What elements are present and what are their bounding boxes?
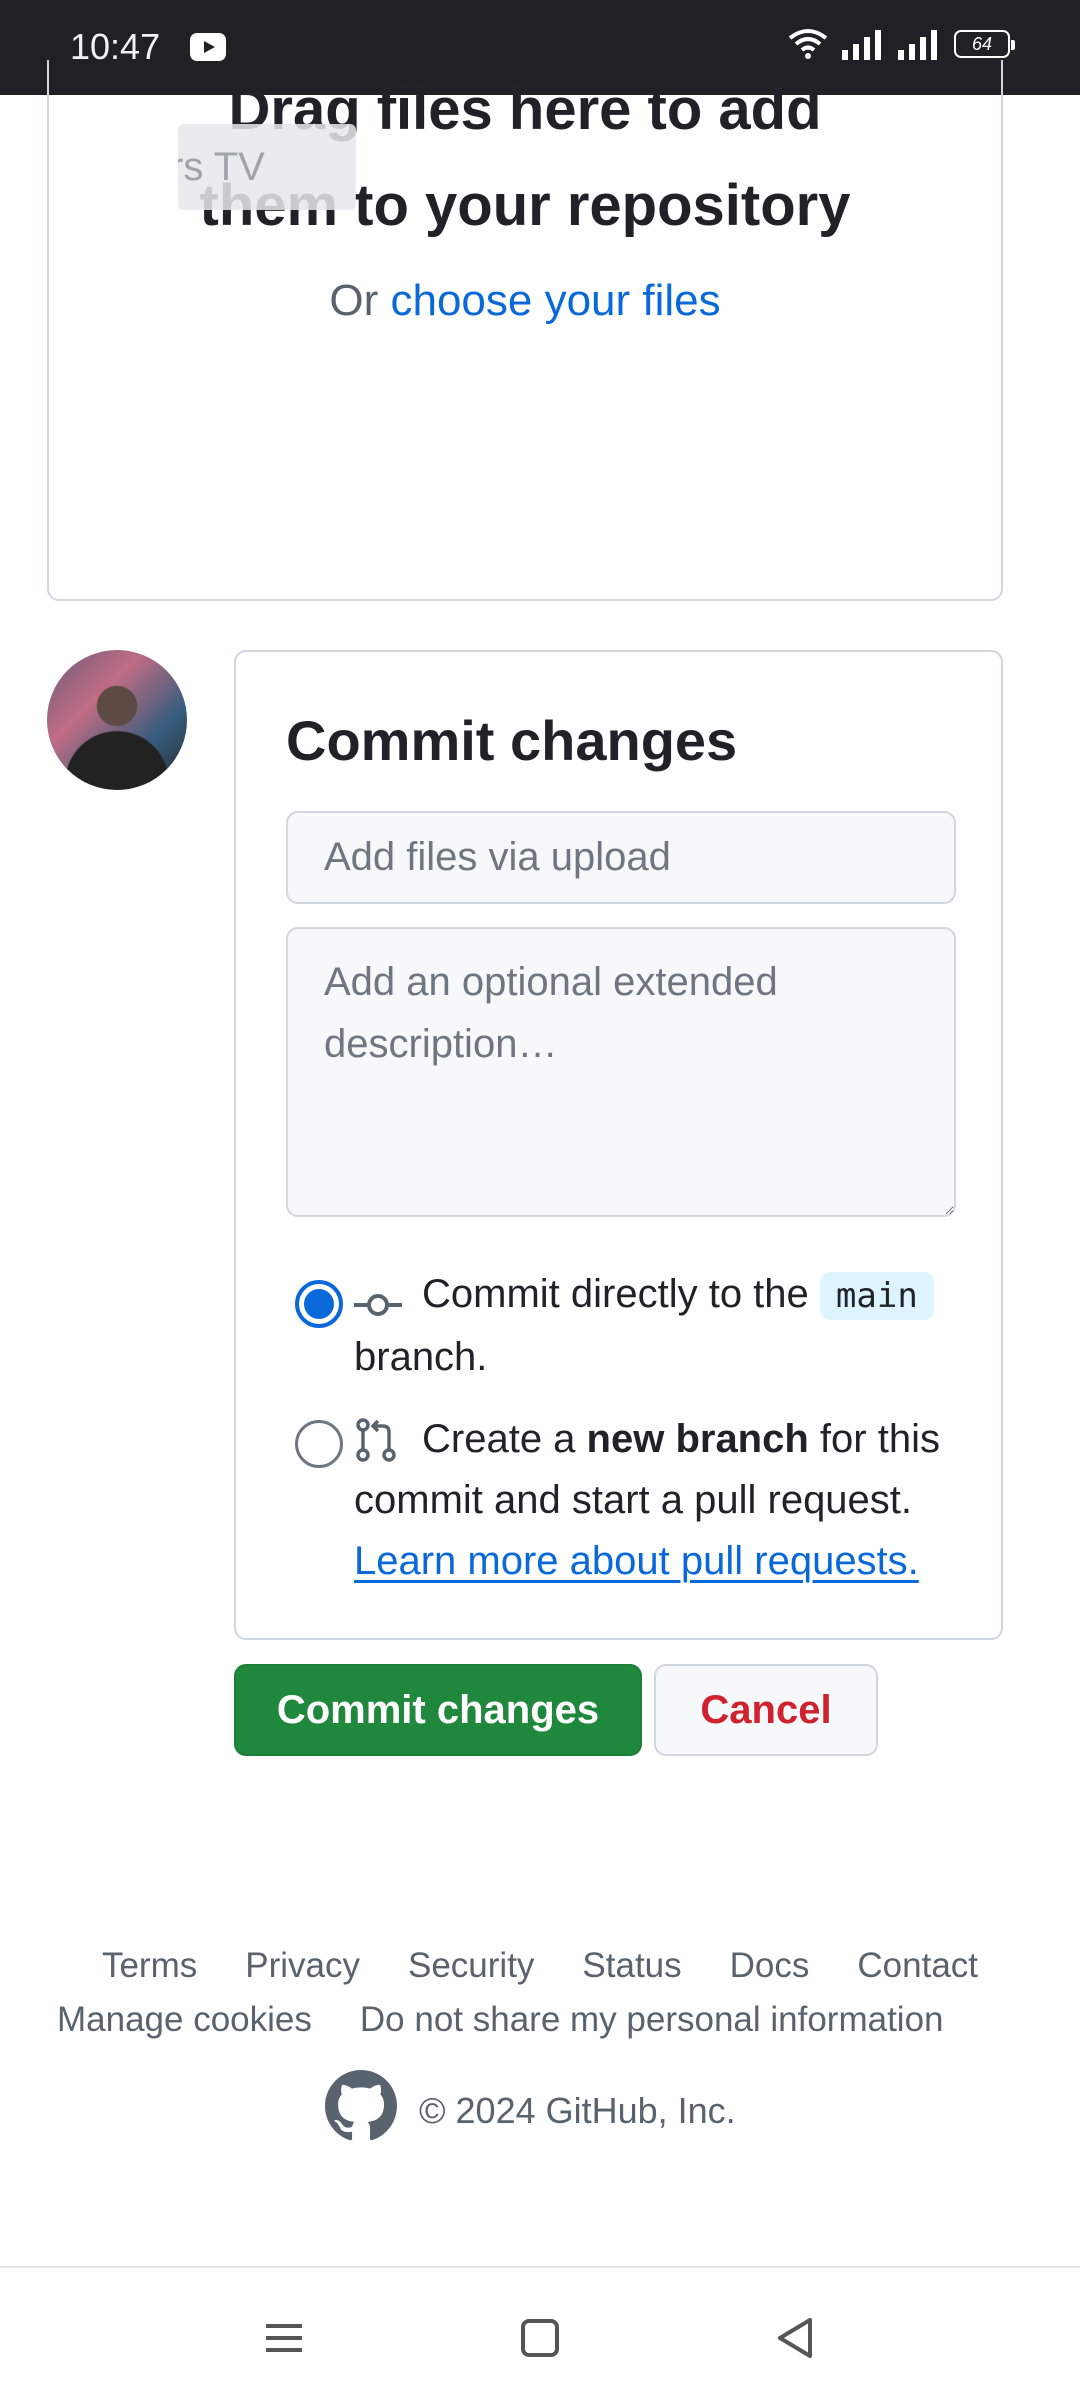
footer-link-manage-cookies[interactable]: Manage cookies xyxy=(57,2000,312,2040)
dropzone-heading-line1: Drag files here to add xyxy=(228,77,822,142)
footer-link-status[interactable]: Status xyxy=(582,1946,681,1986)
signal-icon xyxy=(898,28,940,60)
footer-link-security[interactable]: Security xyxy=(408,1946,534,1986)
option-direct-text: Commit directly to the main branch. xyxy=(354,1264,954,1388)
cast-toast: rs TV xyxy=(178,124,356,210)
signal-icon xyxy=(842,28,884,60)
option-new-branch-bold: new branch xyxy=(586,1417,809,1461)
commit-changes-panel: Commit changes Commit directly to the ma… xyxy=(234,650,1003,1640)
commit-description-textarea[interactable] xyxy=(286,927,956,1217)
radio-new-branch[interactable] xyxy=(295,1420,343,1468)
copyright-text: © 2024 GitHub, Inc. xyxy=(419,2089,736,2131)
option-new-branch-prefix: Create a xyxy=(422,1417,587,1461)
choose-files-link[interactable]: choose your files xyxy=(390,276,720,325)
system-nav-bar xyxy=(0,2268,1080,2400)
footer-link-terms[interactable]: Terms xyxy=(102,1946,197,1986)
home-icon[interactable] xyxy=(510,2308,570,2368)
toast-text: rs TV xyxy=(178,145,265,189)
avatar[interactable] xyxy=(47,650,187,790)
wifi-icon xyxy=(788,28,828,60)
youtube-icon xyxy=(190,33,226,61)
commit-title: Commit changes xyxy=(286,709,738,772)
footer-link-privacy[interactable]: Privacy xyxy=(245,1946,360,1986)
battery-icon: 64 xyxy=(954,30,1015,58)
option-direct-suffix: branch. xyxy=(354,1335,488,1379)
branch-name-badge: main xyxy=(819,1272,934,1320)
option-direct-label: Commit directly to the xyxy=(422,1272,809,1316)
dropzone-or-label: Or xyxy=(329,276,391,325)
dropzone-choose-text: Or choose your files xyxy=(0,276,1050,326)
learn-more-pull-requests-link[interactable]: Learn more about pull requests. xyxy=(354,1539,919,1583)
github-logo-icon[interactable] xyxy=(325,2070,397,2151)
radio-commit-direct[interactable] xyxy=(295,1280,343,1328)
footer-copyright: © 2024 GitHub, Inc. xyxy=(325,2070,736,2151)
footer-link-contact[interactable]: Contact xyxy=(857,1946,978,1986)
dropzone-heading-line2: them to your repository xyxy=(199,173,851,238)
status-icons: 64 xyxy=(788,28,1015,60)
commit-changes-button[interactable]: Commit changes xyxy=(234,1664,642,1756)
footer-links-secondary: Manage cookies Do not share my personal … xyxy=(57,2000,944,2040)
cancel-button[interactable]: Cancel xyxy=(654,1664,878,1756)
menu-icon[interactable] xyxy=(254,2308,314,2368)
back-icon[interactable] xyxy=(766,2308,826,2368)
commit-summary-input[interactable] xyxy=(286,811,956,904)
option-new-branch-text: Create a new branch for this commit and … xyxy=(354,1409,974,1592)
footer-link-do-not-share[interactable]: Do not share my personal information xyxy=(360,2000,944,2040)
footer-link-docs[interactable]: Docs xyxy=(730,1946,810,1986)
footer-links: Terms Privacy Security Status Docs Conta… xyxy=(0,1946,1080,1986)
